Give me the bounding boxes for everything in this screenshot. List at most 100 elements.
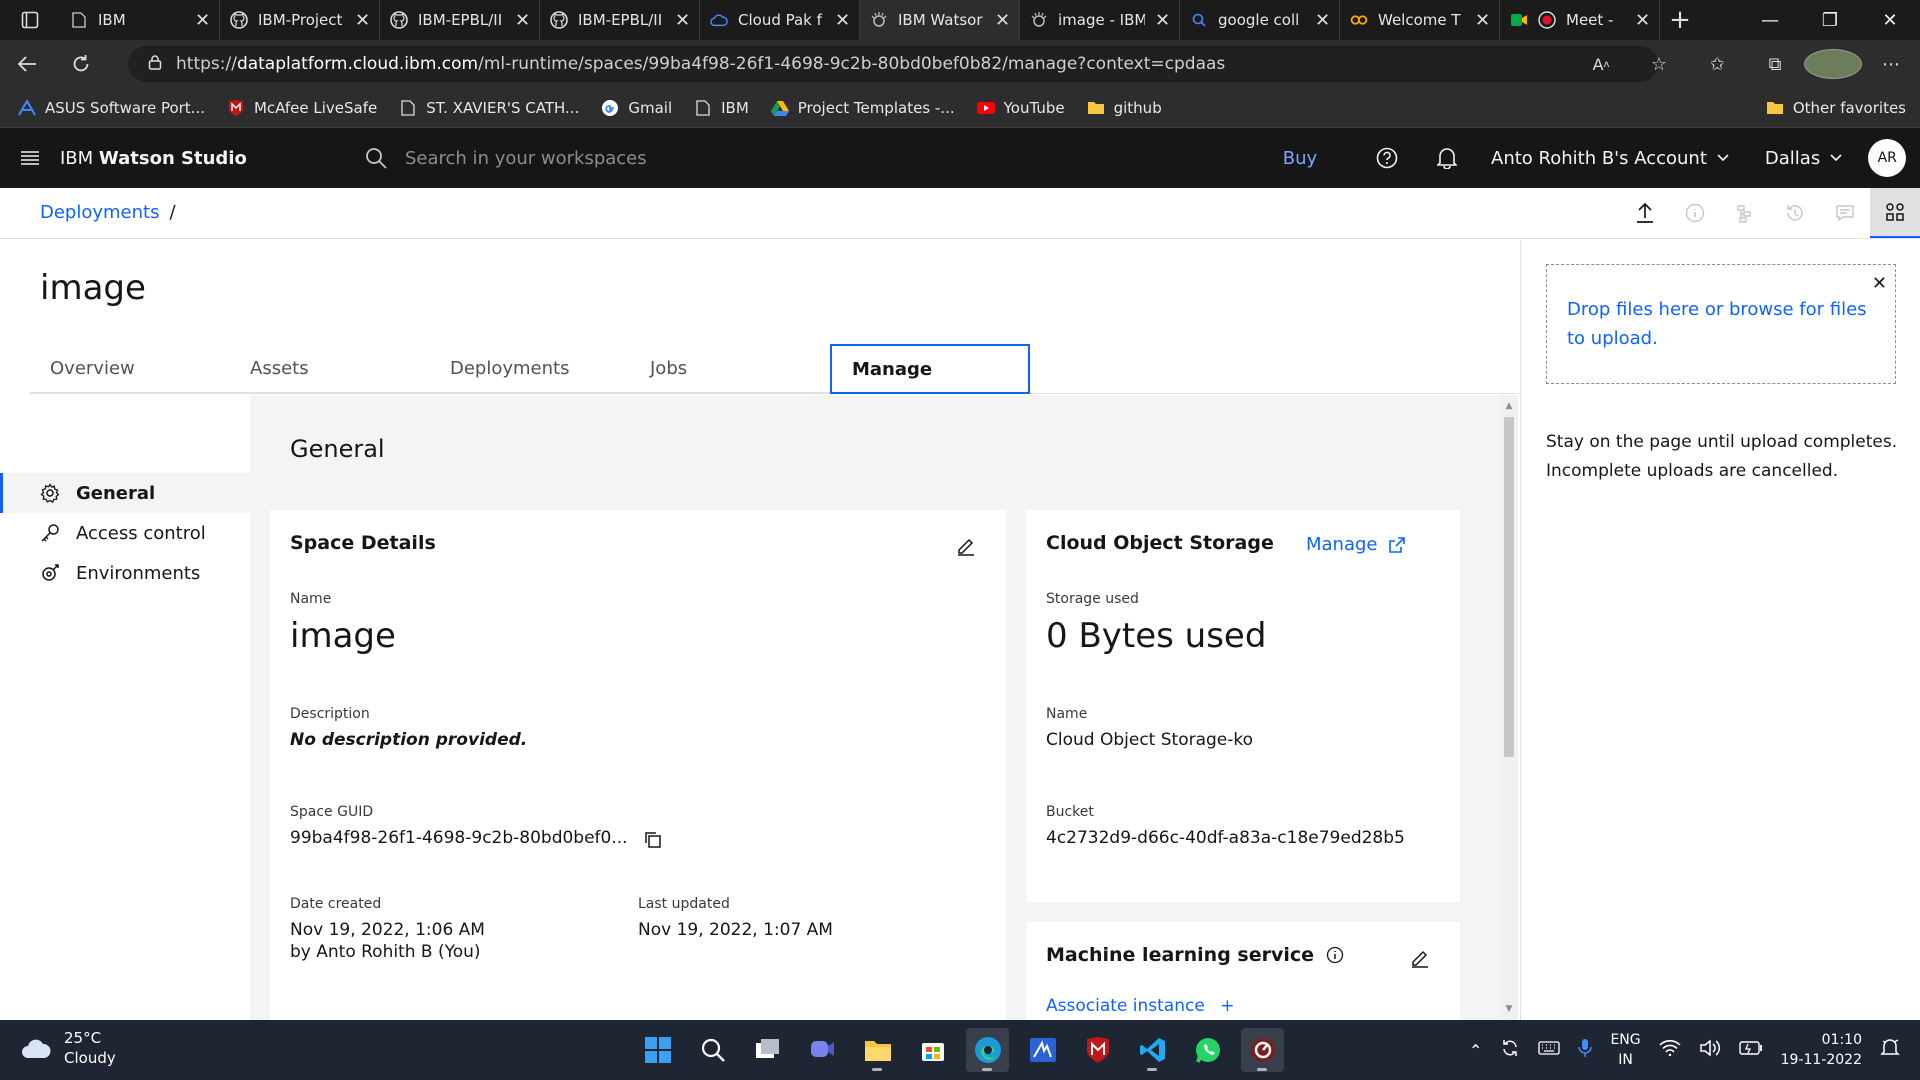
sidenav-item-environments[interactable]: Environments [0, 553, 250, 593]
browser-tab[interactable]: IBM-EPBL/II ✕ [380, 0, 540, 40]
lock-icon[interactable] [148, 54, 162, 75]
vscode-button[interactable] [1131, 1028, 1174, 1072]
clock[interactable]: 01:10 19-11-2022 [1781, 1030, 1862, 1070]
favorite-link[interactable]: YouTube [976, 99, 1065, 117]
breadcrumb-link-deployments[interactable]: Deployments [40, 202, 159, 223]
close-icon[interactable]: ✕ [1872, 269, 1887, 298]
tab-actions-button[interactable] [0, 0, 60, 40]
tab-manage[interactable]: Manage [830, 344, 1030, 394]
close-tab-icon[interactable]: ✕ [675, 10, 690, 31]
close-tab-icon[interactable]: ✕ [515, 10, 530, 31]
close-tab-icon[interactable]: ✕ [1315, 10, 1330, 31]
comments-button[interactable] [1820, 188, 1870, 238]
other-favorites-folder[interactable]: Other favorites [1766, 99, 1906, 117]
scroll-thumb[interactable] [1504, 417, 1514, 757]
tab-overview[interactable]: Overview [30, 344, 230, 394]
mcafee-button[interactable] [1076, 1028, 1119, 1072]
account-switcher[interactable]: Anto Rohith B's Account [1477, 148, 1747, 169]
close-tab-icon[interactable]: ✕ [355, 10, 370, 31]
volume-icon[interactable] [1699, 1039, 1721, 1061]
info-icon[interactable] [1326, 946, 1344, 964]
microphone-icon[interactable] [1578, 1038, 1593, 1062]
upload-button[interactable] [1620, 188, 1670, 238]
new-tab-button[interactable]: + [1660, 5, 1700, 35]
show-hidden-icons[interactable]: ⌃ [1469, 1041, 1482, 1060]
edit-space-button[interactable] [956, 536, 976, 560]
tab-jobs[interactable]: Jobs [630, 344, 830, 394]
browser-tab[interactable]: Meet - ✕ [1500, 0, 1660, 40]
browser-tab[interactable]: google coll ✕ [1180, 0, 1340, 40]
notifications-button[interactable] [1417, 128, 1477, 188]
search-input[interactable]: Search in your workspaces [405, 148, 647, 169]
back-button[interactable] [0, 40, 54, 88]
keyboard-icon[interactable] [1538, 1041, 1561, 1059]
close-tab-icon[interactable]: ✕ [1635, 10, 1650, 31]
menu-button[interactable] [0, 128, 60, 188]
store-button[interactable] [911, 1028, 954, 1072]
file-explorer-button[interactable] [856, 1028, 899, 1072]
content-scrollbar[interactable]: ▲ ▼ [1500, 395, 1518, 1020]
favorite-link[interactable]: McAfee LiveSafe [227, 99, 377, 117]
associate-instance-link[interactable]: Associate instance + [1046, 996, 1234, 1016]
task-view-button[interactable] [746, 1028, 789, 1072]
region-switcher[interactable]: Dallas [1747, 148, 1860, 169]
close-tab-icon[interactable]: ✕ [1155, 10, 1170, 31]
notification-center-icon[interactable] [1880, 1038, 1900, 1062]
close-tab-icon[interactable]: ✕ [995, 10, 1010, 31]
sidenav-item-access-control[interactable]: Access control [0, 513, 250, 553]
manage-storage-link[interactable]: Manage [1306, 534, 1406, 555]
more-options-icon[interactable]: ⋯ [1862, 54, 1920, 75]
info-button[interactable] [1670, 188, 1720, 238]
favorite-link[interactable]: IBM [694, 99, 749, 117]
favorite-folder[interactable]: github [1087, 99, 1162, 117]
browser-tab[interactable]: Cloud Pak f ✕ [700, 0, 860, 40]
favorite-link[interactable]: ASUS Software Port... [18, 99, 205, 117]
user-avatar[interactable]: AR [1868, 139, 1907, 177]
edge-button[interactable] [966, 1028, 1009, 1072]
teams-chat-button[interactable] [801, 1028, 844, 1072]
browser-tab[interactable]: image - IBM ✕ [1020, 0, 1180, 40]
minimize-icon[interactable]: — [1740, 0, 1800, 40]
close-window-icon[interactable]: ✕ [1860, 0, 1920, 40]
read-aloud-icon[interactable]: Aʌ [1572, 55, 1630, 74]
sidenav-item-general[interactable]: General [0, 473, 250, 513]
browser-tab[interactable]: IBM ✕ [60, 0, 220, 40]
add-favorite-icon[interactable]: ☆ [1630, 54, 1688, 75]
lineage-button[interactable] [1720, 188, 1770, 238]
help-button[interactable] [1357, 128, 1417, 188]
browser-tab[interactable]: IBM-Project ✕ [220, 0, 380, 40]
taskbar-search[interactable] [691, 1028, 734, 1072]
sync-icon[interactable] [1500, 1038, 1520, 1062]
favorite-link[interactable]: Gmail [601, 99, 672, 117]
workspace-search[interactable]: Search in your workspaces [350, 128, 1244, 188]
product-name[interactable]: IBM Watson Studio [60, 148, 350, 169]
favorites-icon[interactable]: ✩ [1688, 54, 1746, 75]
whatsapp-button[interactable] [1186, 1028, 1229, 1072]
url-input[interactable]: https://dataplatform.cloud.ibm.com/ml-ru… [128, 46, 1658, 82]
recorder-button[interactable] [1241, 1028, 1284, 1072]
profile-avatar[interactable] [1804, 49, 1862, 79]
browser-tab[interactable]: IBM-EPBL/II ✕ [540, 0, 700, 40]
weather-widget[interactable]: 25°C Cloudy [20, 1028, 116, 1068]
close-tab-icon[interactable]: ✕ [1475, 10, 1490, 31]
app-button[interactable] [1021, 1028, 1064, 1072]
favorite-link[interactable]: ST. XAVIER'S CATH... [399, 99, 579, 117]
edit-ml-service-button[interactable] [1410, 948, 1430, 972]
browser-tab-active[interactable]: IBM Watsor ✕ [860, 0, 1020, 40]
apps-button[interactable] [1870, 188, 1920, 238]
language-indicator[interactable]: ENG IN [1610, 1030, 1640, 1070]
favorite-link[interactable]: Project Templates -... [770, 99, 955, 117]
close-tab-icon[interactable]: ✕ [195, 10, 210, 31]
collections-icon[interactable]: ⧉ [1746, 54, 1804, 75]
restore-icon[interactable]: ❐ [1800, 0, 1860, 40]
scroll-up-icon[interactable]: ▲ [1504, 401, 1514, 411]
browser-tab[interactable]: Welcome T ✕ [1340, 0, 1500, 40]
file-dropzone[interactable]: Drop files here or browse for files to u… [1546, 264, 1896, 384]
tab-assets[interactable]: Assets [230, 344, 430, 394]
start-button[interactable] [636, 1028, 679, 1072]
close-tab-icon[interactable]: ✕ [835, 10, 850, 31]
refresh-button[interactable] [54, 40, 108, 88]
wifi-icon[interactable] [1659, 1040, 1681, 1060]
scroll-down-icon[interactable]: ▼ [1504, 1004, 1514, 1014]
buy-button[interactable]: Buy [1243, 148, 1357, 169]
